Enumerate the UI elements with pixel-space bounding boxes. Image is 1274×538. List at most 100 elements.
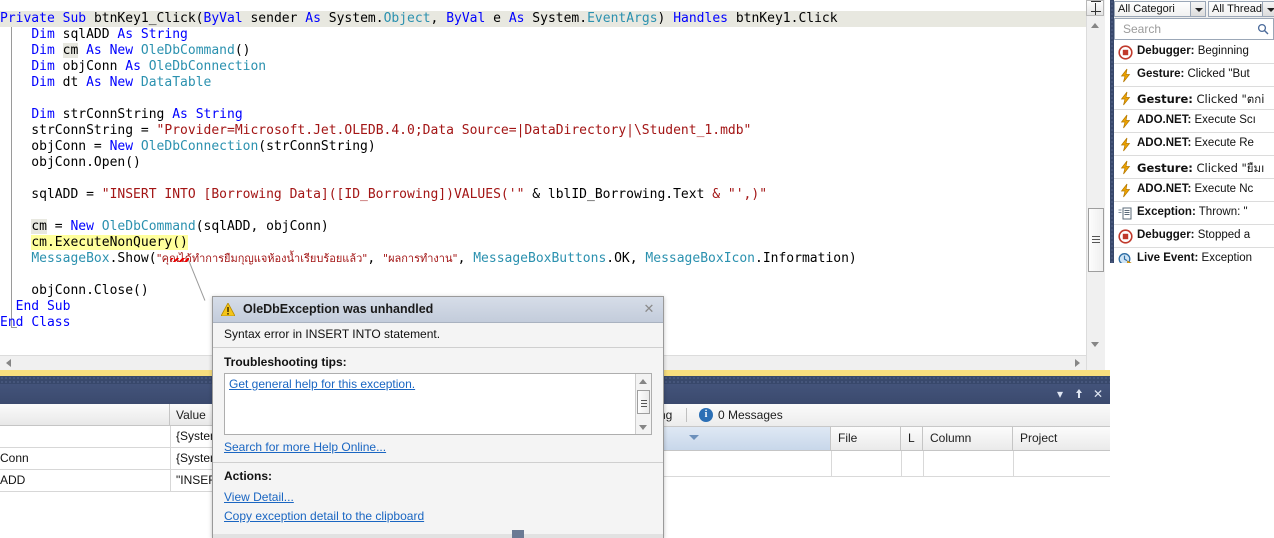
search-icon[interactable] — [1257, 23, 1269, 35]
view-detail-link[interactable]: View Detail... — [224, 490, 294, 504]
code-line[interactable]: sqlADD = "INSERT INTO [Borrowing Data]([… — [0, 187, 1086, 203]
event-text: ADO.NET: Execute Nc — [1137, 183, 1253, 195]
locals-cell-name: ADD — [0, 473, 25, 487]
code-token: .OK, — [606, 251, 645, 266]
event-description: Thrown: " — [1196, 206, 1248, 218]
code-line[interactable]: Dim strConnString As String — [0, 107, 1086, 123]
list-item[interactable]: Gesture: Clicked "But — [1114, 64, 1274, 87]
error-list-window[interactable]: ▾ ✕ ng i 0 Messages File L Column — [652, 384, 1111, 538]
code-token: objConn — [63, 59, 126, 74]
code-line[interactable]: objConn.Open() — [0, 155, 1086, 171]
exception-assistant-dialog[interactable]: OleDbException was unhandled ✕ Syntax er… — [212, 296, 664, 538]
code-line[interactable]: cm = New OleDbCommand(sqlADD, objConn) — [0, 219, 1086, 235]
error-list-header-row: File L Column Project — [653, 427, 1111, 451]
code-line[interactable] — [0, 267, 1086, 283]
code-token: Dim — [31, 75, 62, 90]
chevron-down-icon[interactable] — [1190, 2, 1205, 16]
event-text: ADO.NET: Execute Re — [1137, 137, 1254, 149]
search-input[interactable]: Search — [1114, 18, 1274, 40]
messages-count: 0 Messages — [718, 408, 783, 422]
thread-filter-value: All Threads — [1212, 3, 1267, 15]
info-icon: i — [699, 408, 713, 422]
list-item[interactable]: ADO.NET: Execute Scı — [1114, 110, 1274, 133]
scroll-left-arrow[interactable] — [0, 355, 16, 370]
current-execution-line[interactable]: cm.ExecuteNonQuery() — [0, 235, 1086, 251]
list-item[interactable]: ADO.NET: Execute Re — [1114, 133, 1274, 156]
category-filter-dropdown[interactable]: All Categori — [1114, 1, 1206, 17]
code-token: "Provider=Microsoft.Jet.OLEDB.4.0;Data S… — [157, 123, 752, 138]
code-token: & "',)" — [712, 187, 767, 202]
code-line[interactable]: MessageBox.Show("คุณได้ทำการยืมกุญแจห้อง… — [0, 251, 1086, 267]
editor-vertical-scrollbar[interactable] — [1086, 0, 1105, 370]
event-description: Execute Nc — [1191, 183, 1253, 195]
events-toolbar[interactable]: All Categori All Threads — [1114, 0, 1274, 18]
list-item[interactable]: Debugger: Stopped a — [1114, 225, 1274, 248]
code-token: EventArgs — [587, 11, 657, 26]
list-item[interactable]: Debugger: Beginning — [1114, 41, 1274, 64]
code-token: As — [509, 11, 532, 26]
code-line[interactable]: Dim sqlADD As String — [0, 27, 1086, 43]
scroll-up-arrow[interactable] — [1086, 17, 1104, 34]
dialog-resize-grip[interactable] — [512, 530, 524, 538]
scroll-right-arrow[interactable] — [1070, 355, 1086, 370]
tips-scroll-up-arrow[interactable] — [636, 374, 651, 388]
code-token: As — [86, 75, 109, 90]
code-line[interactable] — [0, 203, 1086, 219]
event-description: Clicked "But — [1184, 68, 1249, 80]
event-text: Gesture: Clicked "ยืมı — [1137, 160, 1264, 178]
error-col-column[interactable]: Column — [923, 427, 1013, 451]
locals-column-name[interactable] — [0, 404, 170, 426]
event-kind: ADO.NET: — [1137, 183, 1191, 195]
code-token: objConn = — [0, 139, 110, 154]
tips-scroll-down-arrow[interactable] — [636, 420, 651, 434]
scroll-down-arrow[interactable] — [1086, 336, 1104, 353]
code-token: End — [0, 315, 31, 330]
editor-split-button[interactable] — [1086, 0, 1104, 16]
events-panel-empty-area — [1110, 263, 1274, 538]
list-item[interactable]: ADO.NET: Execute Nc — [1114, 179, 1274, 202]
code-line[interactable] — [0, 171, 1086, 187]
search-help-online-link[interactable]: Search for more Help Online... — [224, 440, 386, 454]
error-col-line[interactable]: L — [901, 427, 923, 451]
error-list-toolbar[interactable]: ng i 0 Messages — [653, 404, 1111, 427]
code-token: System. — [329, 11, 384, 26]
code-line[interactable]: Dim dt As New DataTable — [0, 75, 1086, 91]
event-kind: ADO.NET: — [1137, 114, 1191, 126]
code-line[interactable]: Private Sub btnKey1_Click(ByVal sender A… — [0, 11, 1086, 27]
code-line[interactable] — [0, 91, 1086, 107]
list-item[interactable]: Gesture: Clicked "ยืมı — [1114, 156, 1274, 179]
gesture-bolt-icon — [1118, 137, 1133, 152]
close-icon[interactable]: ✕ — [641, 301, 657, 317]
copy-exception-detail-link[interactable]: Copy exception detail to the clipboard — [224, 509, 424, 523]
tips-scroll-thumb[interactable] — [637, 390, 650, 414]
error-list-body[interactable] — [653, 451, 1111, 538]
chevron-down-icon[interactable] — [1262, 2, 1274, 16]
pin-icon[interactable] — [1072, 387, 1086, 401]
code-token: Object — [384, 11, 431, 26]
thread-filter-dropdown[interactable]: All Threads — [1208, 1, 1274, 17]
tips-scrollbar[interactable] — [635, 374, 651, 434]
intellitrace-events-panel[interactable]: All Categori All Threads Search Debugger… — [1110, 0, 1274, 538]
window-menu-button[interactable]: ▾ — [1053, 387, 1067, 401]
troubleshooting-tips-box[interactable]: Get general help for this exception. — [224, 373, 652, 435]
error-col-description[interactable] — [653, 427, 831, 451]
code-line[interactable]: objConn = New OleDbConnection(strConnStr… — [0, 139, 1086, 155]
code-token: "ผลการทำงาน" — [383, 252, 458, 265]
code-text[interactable]: Private Sub btnKey1_Click(ByVal sender A… — [0, 11, 1086, 331]
dialog-bottom-scrollbar[interactable] — [213, 534, 663, 538]
close-icon[interactable]: ✕ — [1091, 387, 1105, 401]
events-list[interactable]: Debugger: BeginningGesture: Clicked "But… — [1114, 41, 1274, 263]
tip-link-general-help[interactable]: Get general help for this exception. — [229, 377, 415, 391]
code-line[interactable]: Dim cm As New OleDbCommand() — [0, 43, 1086, 59]
code-token: e — [493, 11, 509, 26]
list-item[interactable]: Gesture: Clicked "ตกi — [1114, 87, 1274, 110]
code-token: ByVal — [204, 11, 251, 26]
error-col-project[interactable]: Project — [1013, 427, 1111, 451]
list-item[interactable]: Exception: Thrown: " — [1114, 202, 1274, 225]
gesture-bolt-icon — [1118, 114, 1133, 129]
editor-vertical-scroll-thumb[interactable] — [1088, 208, 1104, 272]
error-col-file[interactable]: File — [831, 427, 901, 451]
code-line[interactable]: strConnString = "Provider=Microsoft.Jet.… — [0, 123, 1086, 139]
code-token: MessageBox — [31, 251, 109, 266]
code-line[interactable]: Dim objConn As OleDbConnection — [0, 59, 1086, 75]
